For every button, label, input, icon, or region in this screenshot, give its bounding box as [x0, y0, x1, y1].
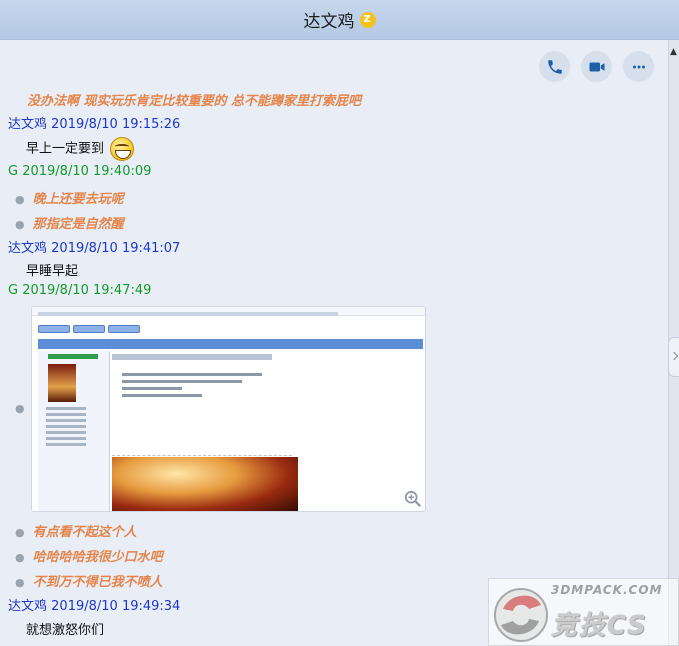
voice-call-button[interactable] — [539, 51, 570, 82]
phone-icon — [547, 59, 562, 74]
bullet-icon: ● — [15, 576, 25, 589]
message-text-row: ● 有点看不起这个人 — [15, 521, 668, 540]
message-bubble: 早上一定要到 — [26, 137, 668, 161]
screenshot-breadcrumb — [38, 312, 338, 316]
scroll-up-arrow-icon[interactable]: ▲ — [668, 47, 679, 61]
image-attachment[interactable] — [31, 306, 426, 512]
message-text-row: ● 哈哈哈哈我很少口水吧 — [15, 546, 668, 565]
screenshot-post-toolbar — [112, 354, 272, 360]
screenshot-profile-lines — [46, 407, 86, 449]
message-header: 达文鸡 2019/8/10 19:15:26 — [8, 113, 668, 132]
bullet-icon: ● — [15, 218, 25, 231]
screenshot-header — [38, 339, 423, 349]
message-time: 2019/8/10 19:49:34 — [51, 599, 181, 614]
message-text: 早上一定要到 — [26, 141, 105, 157]
message-text: 不到万不得已我不喷人 — [32, 575, 163, 590]
message-header: G 2019/8/10 19:47:49 — [8, 283, 668, 298]
message-text: 没办法啊 现实玩乐肯定比较重要的 总不能蹲家里打索屁吧 — [27, 94, 362, 109]
watermark-site: 3DMPACK.COM — [551, 583, 663, 597]
watermark-logo-icon — [494, 588, 548, 642]
message-text: 那指定是自然醒 — [32, 217, 124, 232]
screenshot-avatar — [48, 364, 76, 402]
message-text: 哈哈哈哈我很少口水吧 — [32, 550, 163, 565]
watermark-label: 竞技CS — [551, 611, 648, 641]
sender-name[interactable]: 达文鸡 — [8, 241, 47, 256]
bullet-icon: ● — [15, 402, 25, 415]
bullet-icon: ● — [15, 526, 25, 539]
message-time: 2019/8/10 19:41:07 — [51, 241, 181, 256]
grin-emoji-icon — [110, 137, 135, 161]
message-header: 达文鸡 2019/8/10 19:41:07 — [8, 237, 668, 256]
screenshot-buttons — [38, 325, 140, 333]
message-time: 2019/8/10 19:15:26 — [51, 117, 181, 132]
sender-name[interactable]: G — [8, 164, 18, 179]
bullet-icon: ● — [15, 551, 25, 564]
message-text-row: ● 那指定是自然醒 — [15, 213, 668, 232]
screenshot-username — [48, 354, 98, 359]
more-icon — [632, 65, 645, 68]
site-watermark: 3DMPACK.COM 竞技CS — [488, 578, 679, 646]
chat-area: 没办法啊 现实玩乐肯定比较重要的 总不能蹲家里打索屁吧 达文鸡 2019/8/1… — [0, 40, 668, 646]
message-text-row: ● 晚上还要去玩呢 — [15, 188, 668, 207]
message-time: 2019/8/10 19:40:09 — [22, 164, 152, 179]
qq-vip-icon — [359, 11, 376, 28]
sender-name[interactable]: G — [8, 283, 18, 298]
chat-toolbar — [539, 51, 654, 82]
collapse-panel-button[interactable] — [668, 337, 679, 377]
video-camera-icon — [589, 62, 604, 71]
more-button[interactable] — [623, 51, 654, 82]
title-bar: 达文鸡 — [0, 0, 679, 40]
screenshot-post-text — [122, 373, 262, 401]
screenshot-photo — [112, 457, 298, 511]
sender-name[interactable]: 达文鸡 — [8, 599, 47, 614]
zoom-in-icon[interactable] — [404, 490, 422, 508]
message-text: 早睡早起 — [26, 264, 79, 279]
message-text: 晚上还要去玩呢 — [32, 192, 124, 207]
bullet-icon: ● — [15, 193, 25, 206]
message-header: G 2019/8/10 19:40:09 — [8, 164, 668, 179]
sender-name[interactable]: 达文鸡 — [8, 117, 47, 132]
window-title: 达文鸡 — [303, 12, 355, 32]
message-text: 有点看不起这个人 — [32, 525, 137, 540]
screenshot-divider — [112, 455, 292, 456]
video-call-button[interactable] — [581, 51, 612, 82]
message-time: 2019/8/10 19:47:49 — [22, 283, 152, 298]
